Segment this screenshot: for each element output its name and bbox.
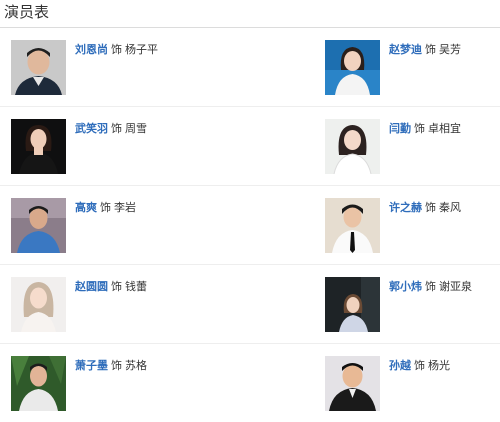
cast-header: 演员表 xyxy=(0,0,500,28)
actor-photo-image xyxy=(11,40,66,95)
actor-photo[interactable] xyxy=(325,198,380,253)
role-name: 李岩 xyxy=(114,201,136,214)
actor-name-link[interactable]: 许之赫 xyxy=(389,201,422,214)
cast-row: 高爽饰李岩 许之赫饰秦风 xyxy=(0,186,500,265)
cast-text: 武笑羽饰周雪 xyxy=(75,121,147,136)
cast-row: 萧子墨饰苏格 孙越饰杨光 xyxy=(0,344,500,422)
cast-item: 高爽饰李岩 xyxy=(11,198,301,254)
actor-photo[interactable] xyxy=(325,356,380,411)
cast-item: 孙越饰杨光 xyxy=(325,356,495,412)
role-word: 饰 xyxy=(425,201,436,214)
actor-photo-image xyxy=(325,40,380,95)
actor-name-link[interactable]: 武笑羽 xyxy=(75,122,108,135)
cast-item: 郭小炜饰谢亚泉 xyxy=(325,277,495,333)
actor-photo[interactable] xyxy=(11,277,66,332)
cast-item: 赵圆圆饰钱蕾 xyxy=(11,277,301,333)
role-name: 秦风 xyxy=(439,201,461,214)
actor-name-link[interactable]: 萧子墨 xyxy=(75,359,108,372)
cast-text: 闫勤饰卓相宜 xyxy=(389,121,461,136)
cast-text: 萧子墨饰苏格 xyxy=(75,358,147,373)
cast-text: 高爽饰李岩 xyxy=(75,200,136,215)
actor-photo[interactable] xyxy=(11,119,66,174)
actor-photo-image xyxy=(11,119,66,174)
role-name: 苏格 xyxy=(125,359,147,372)
actor-name-link[interactable]: 孙越 xyxy=(389,359,411,372)
cast-text: 孙越饰杨光 xyxy=(389,358,450,373)
actor-photo-image xyxy=(325,277,380,332)
actor-name-link[interactable]: 郭小炜 xyxy=(389,280,422,293)
cast-text: 赵圆圆饰钱蕾 xyxy=(75,279,147,294)
actor-photo[interactable] xyxy=(325,277,380,332)
cast-text: 赵梦迪饰吴芳 xyxy=(389,42,461,57)
role-word: 饰 xyxy=(414,122,425,135)
cast-item: 许之赫饰秦风 xyxy=(325,198,495,254)
role-word: 饰 xyxy=(111,43,122,56)
cast-text: 刘恩尚饰杨子平 xyxy=(75,42,158,57)
cast-item: 赵梦迪饰吴芳 xyxy=(325,40,495,96)
actor-photo[interactable] xyxy=(11,40,66,95)
actor-photo-image xyxy=(325,119,380,174)
actor-photo-image xyxy=(11,277,66,332)
role-word: 饰 xyxy=(111,359,122,372)
actor-photo[interactable] xyxy=(325,119,380,174)
role-word: 饰 xyxy=(425,43,436,56)
cast-row: 刘恩尚饰杨子平 赵梦迪饰吴芳 xyxy=(0,28,500,107)
role-name: 吴芳 xyxy=(439,43,461,56)
actor-name-link[interactable]: 高爽 xyxy=(75,201,97,214)
role-word: 饰 xyxy=(111,280,122,293)
actor-photo-image xyxy=(11,198,66,253)
cast-row: 赵圆圆饰钱蕾 郭小炜饰谢亚泉 xyxy=(0,265,500,344)
cast-row: 武笑羽饰周雪 闫勤饰卓相宜 xyxy=(0,107,500,186)
role-name: 谢亚泉 xyxy=(439,280,472,293)
role-name: 周雪 xyxy=(125,122,147,135)
actor-name-link[interactable]: 赵圆圆 xyxy=(75,280,108,293)
actor-photo[interactable] xyxy=(325,40,380,95)
actor-photo-image xyxy=(11,356,66,411)
cast-list: 刘恩尚饰杨子平 赵梦迪饰吴芳 武笑羽 饰 周雪 闫勤 饰 卓相宜 高爽 饰 李岩… xyxy=(0,28,500,422)
role-word: 饰 xyxy=(414,359,425,372)
actor-photo[interactable] xyxy=(11,356,66,411)
cast-item: 萧子墨饰苏格 xyxy=(11,356,301,412)
role-name: 杨光 xyxy=(428,359,450,372)
actor-photo-image xyxy=(325,198,380,253)
cast-text: 许之赫饰秦风 xyxy=(389,200,461,215)
actor-photo-image xyxy=(325,356,380,411)
role-word: 饰 xyxy=(111,122,122,135)
role-name: 钱蕾 xyxy=(125,280,147,293)
cast-text: 郭小炜饰谢亚泉 xyxy=(389,279,472,294)
cast-item: 刘恩尚饰杨子平 xyxy=(11,40,301,96)
actor-photo[interactable] xyxy=(11,198,66,253)
cast-item: 武笑羽饰周雪 xyxy=(11,119,301,175)
cast-item: 闫勤饰卓相宜 xyxy=(325,119,495,175)
role-name: 杨子平 xyxy=(125,43,158,56)
role-word: 饰 xyxy=(100,201,111,214)
actor-name-link[interactable]: 闫勤 xyxy=(389,122,411,135)
role-word: 饰 xyxy=(425,280,436,293)
page-title: 演员表 xyxy=(4,3,50,21)
actor-name-link[interactable]: 赵梦迪 xyxy=(389,43,422,56)
role-name: 卓相宜 xyxy=(428,122,461,135)
actor-name-link[interactable]: 刘恩尚 xyxy=(75,43,108,56)
